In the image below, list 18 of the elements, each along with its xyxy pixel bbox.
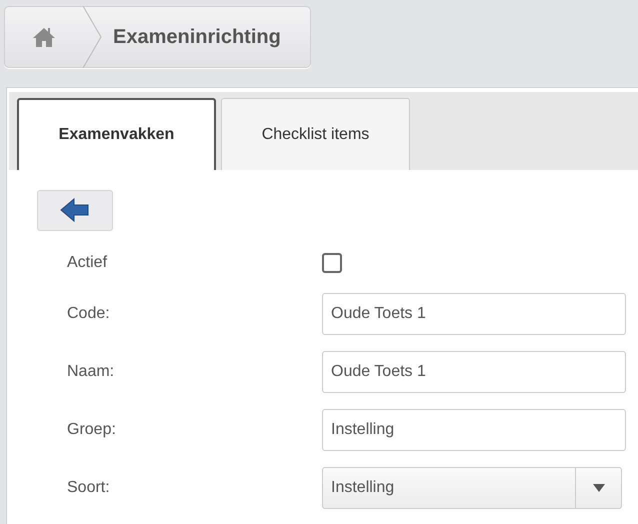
field-label: Groep:: [66, 421, 117, 439]
back-button[interactable]: [37, 190, 113, 231]
input-field[interactable]: Oude Toets 1: [322, 351, 626, 393]
input-field[interactable]: Instelling: [322, 409, 626, 451]
checkbox[interactable]: [322, 253, 342, 273]
dropdown[interactable]: Instelling: [322, 467, 622, 509]
field-label: Naam:: [66, 363, 116, 381]
home-icon: [32, 26, 56, 48]
tab[interactable]: Checklist items: [221, 98, 410, 170]
breadcrumb-title: Exameninrichting: [113, 26, 281, 48]
tab[interactable]: Examenvakken: [17, 98, 216, 170]
field-label: Actief: [66, 254, 108, 272]
input-field[interactable]: Oude Toets 1: [322, 293, 626, 335]
field-label: Soort:: [66, 479, 111, 497]
breadcrumb-separator: [83, 6, 103, 68]
caret-icon: [592, 484, 604, 492]
arrow-left-icon: [60, 198, 90, 224]
field-label: Code:: [66, 305, 111, 323]
